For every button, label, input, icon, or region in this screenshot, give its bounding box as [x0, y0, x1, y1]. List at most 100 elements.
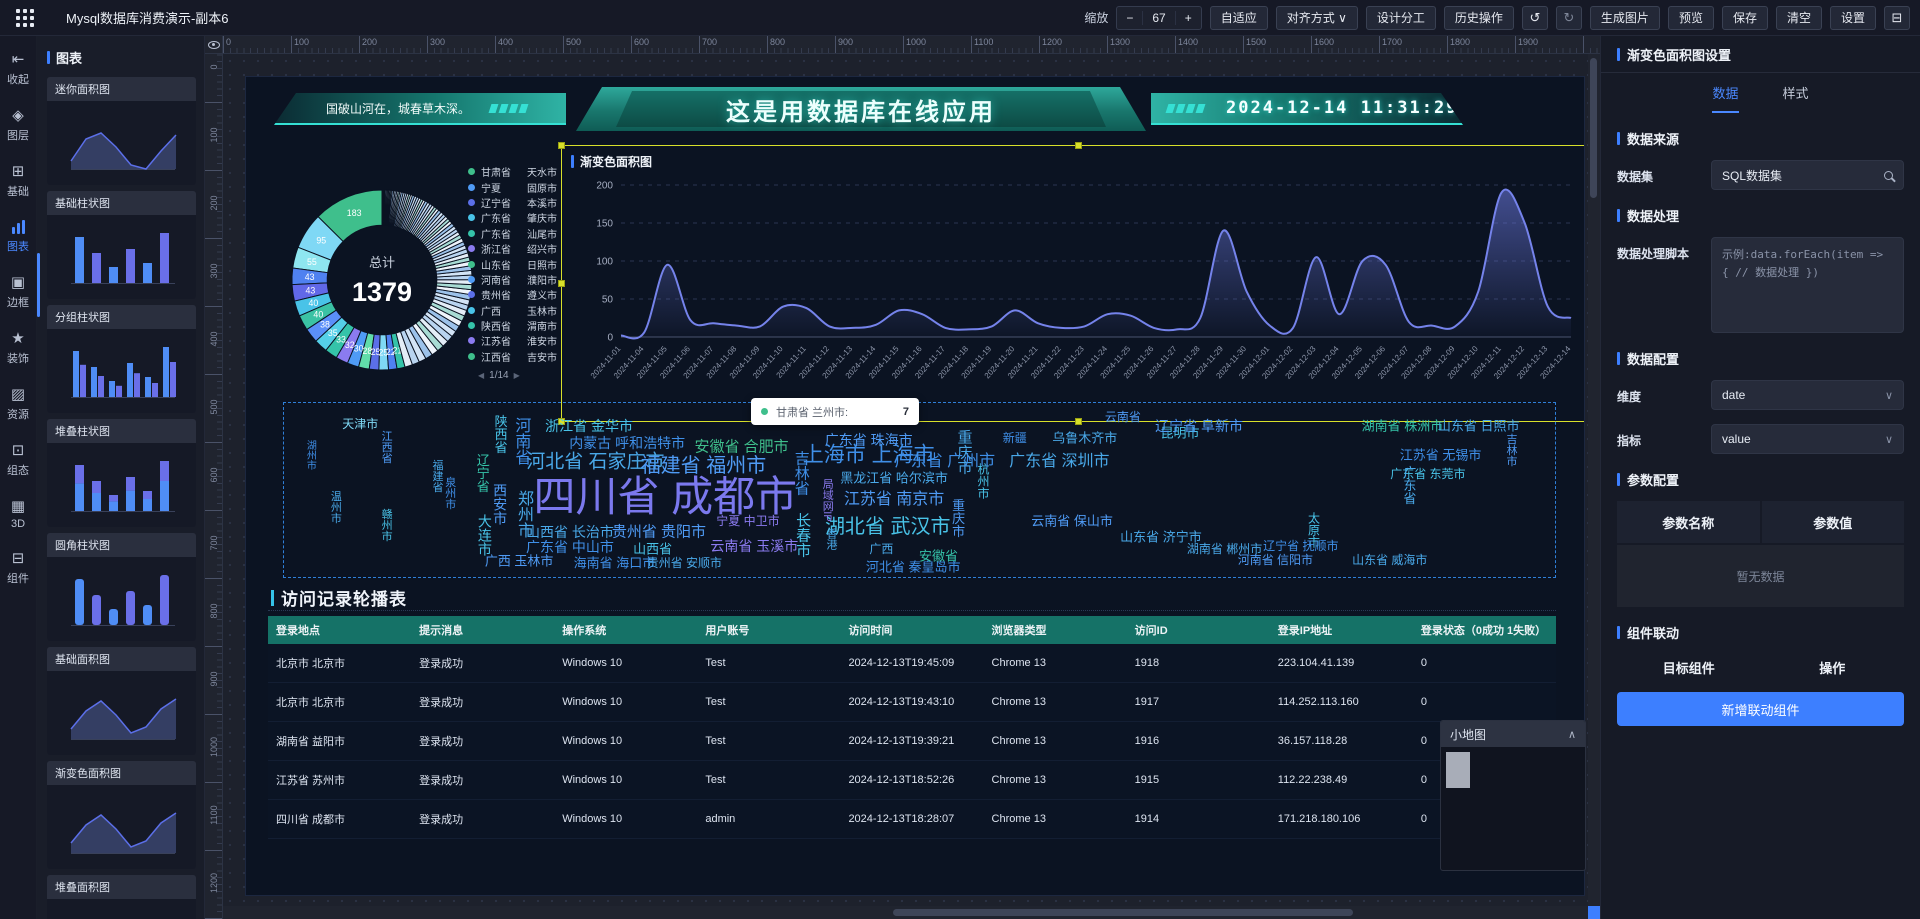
sidebar-item-收起[interactable]: ⇤收起 — [7, 52, 29, 87]
sidebar-item-图表[interactable]: 图表 — [7, 220, 29, 254]
wordcloud-word[interactable]: 湖州市 — [304, 440, 314, 470]
widget-item-堆叠柱状图[interactable]: 堆叠柱状图 — [47, 419, 196, 527]
dataset-select[interactable]: SQL数据集 — [1711, 160, 1904, 190]
wordcloud-word[interactable]: 温州市 — [329, 491, 340, 524]
horizontal-scrollbar-thumb[interactable] — [893, 909, 1353, 916]
wordcloud-word[interactable]: 宁夏 中卫市 — [716, 515, 779, 527]
sidebar-item-装饰[interactable]: ★装饰 — [7, 331, 29, 366]
wordcloud-word[interactable]: 福建省 福州市 — [641, 456, 767, 476]
sidebar-item-资源[interactable]: ▨资源 — [7, 387, 29, 422]
wordcloud-word[interactable]: 云南省 保山市 — [1031, 515, 1113, 528]
topbar-action-预览[interactable]: 预览 — [1668, 6, 1714, 30]
dashboard-board[interactable]: 国破山河在，城春草木深。 这是用数据库在线应用 2024-12-14 11:31… — [245, 76, 1585, 896]
tab-样式[interactable]: 样式 — [1783, 83, 1809, 113]
wordcloud-word[interactable]: 吉林市 — [1505, 433, 1516, 466]
wordcloud-word[interactable]: 赣州市 — [380, 508, 391, 541]
table-row[interactable]: 湖南省 益阳市登录成功Windows 10Test2024-12-13T19:3… — [268, 722, 1556, 761]
wordcloud-word[interactable]: 江苏省 无锡市 — [1400, 449, 1482, 462]
wordcloud-word[interactable]: 云南省 — [1105, 411, 1141, 423]
topbar-action-保存[interactable]: 保存 — [1722, 6, 1768, 30]
widget-item-基础柱状图[interactable]: 基础柱状图 — [47, 191, 196, 299]
wordcloud-word[interactable]: 浙江省 金华市 — [545, 419, 633, 433]
minimap-collapse-icon[interactable]: ∧ — [1568, 728, 1576, 741]
wordcloud-word[interactable]: 海南省 海口市 — [574, 557, 656, 570]
topbar-action-设置[interactable]: 设置 — [1830, 6, 1876, 30]
topbar-button-历史操作[interactable]: 历史操作 — [1444, 6, 1514, 30]
wordcloud-word[interactable]: 辽宁省 — [476, 453, 489, 492]
board-banner-right[interactable]: 2024-12-14 11:31:29 — [1151, 93, 1463, 125]
wordcloud-word[interactable]: 广东省 深圳市 — [1009, 454, 1109, 470]
wordcloud-word[interactable]: 新疆 — [1003, 432, 1027, 444]
wordcloud-word[interactable]: 贵州省 安顺市 — [647, 557, 722, 569]
topbar-action-清空[interactable]: 清空 — [1776, 6, 1822, 30]
widget-item-渐变色面积图[interactable]: 渐变色面积图 — [47, 761, 196, 869]
sidebar-item-组件[interactable]: ⊟组件 — [7, 551, 29, 586]
table-row[interactable]: 北京市 北京市登录成功Windows 10Test2024-12-13T19:4… — [268, 683, 1556, 722]
selection-handle[interactable] — [1075, 142, 1082, 149]
wordcloud-word[interactable]: 香港 — [825, 528, 836, 550]
apps-grid-icon[interactable] — [16, 9, 34, 27]
wordcloud-word[interactable]: 大连市 — [478, 514, 492, 556]
zoom-out-button[interactable]: − — [1117, 11, 1142, 25]
wordcloud-word[interactable]: 吉林省 — [794, 450, 809, 495]
canvas-body[interactable]: 国破山河在，城春草木深。 这是用数据库在线应用 2024-12-14 11:31… — [223, 54, 1588, 906]
wordcloud-word[interactable]: 四川省 成都市 — [533, 476, 797, 518]
wordcloud-word[interactable]: 广西 玉林市 — [485, 555, 554, 568]
wordcloud-word[interactable]: 辽宁省 阜新市 — [1155, 419, 1243, 433]
pager-prev-icon[interactable]: ◀ — [478, 371, 484, 380]
sidebar-item-图层[interactable]: ◈图层 — [7, 108, 29, 143]
wordcloud-word[interactable]: 云南省 玉溪市 — [710, 539, 798, 553]
pager-next-icon[interactable]: ▶ — [514, 371, 520, 380]
wordcloud-word[interactable]: 乌鲁木齐市 — [1052, 431, 1117, 444]
topbar-button-设计分工[interactable]: 设计分工 — [1366, 6, 1436, 30]
donut-chart[interactable]: 18395554343404038353332302825252221 — [290, 188, 474, 372]
wordcloud-word[interactable]: 安徽省 合肥市 — [694, 439, 788, 454]
wordcloud-word[interactable]: 江西省 — [380, 430, 391, 463]
zoom-in-button[interactable]: + — [1176, 11, 1201, 25]
wordcloud-word[interactable]: 湖南省 株洲市 — [1362, 419, 1444, 432]
wordcloud-word[interactable]: 广东省 珠海市 — [825, 433, 913, 447]
widget-item-分组柱状图[interactable]: 分组柱状图 — [47, 305, 196, 413]
wordcloud-word[interactable]: 黑龙江省 哈尔滨市 — [840, 471, 948, 484]
wordcloud-word[interactable]: 江苏省 南京市 — [844, 492, 944, 508]
wordcloud-word[interactable]: 河南省 — [512, 417, 528, 465]
board-banner-left[interactable]: 国破山河在，城春草木深。 — [274, 93, 566, 125]
wordcloud-word[interactable]: 陕西省 — [494, 415, 507, 454]
redo-button[interactable]: ↻ — [1556, 6, 1582, 30]
widget-item-基础面积图[interactable]: 基础面积图 — [47, 647, 196, 755]
donut-slice[interactable] — [382, 190, 383, 225]
wordcloud-word[interactable]: 西安市 — [493, 483, 507, 525]
sidebar-item-基础[interactable]: ⊞基础 — [7, 164, 29, 199]
wordcloud-word[interactable]: 山西省 长治市 — [526, 525, 614, 539]
widget-panel-scrollbar[interactable] — [37, 253, 40, 317]
ruler-corner[interactable] — [205, 36, 223, 54]
table-row[interactable]: 北京市 北京市登录成功Windows 10Test2024-12-13T19:4… — [268, 644, 1556, 683]
wordcloud-word[interactable]: 广西 — [869, 543, 893, 555]
horizontal-scrollbar[interactable] — [223, 906, 1588, 919]
add-linkage-button[interactable]: 新增联动组件 — [1617, 692, 1904, 726]
minimap-viewport[interactable] — [1446, 752, 1470, 788]
gradient-area-chart-component[interactable]: 渐变色面积图 0501001502002024-11-012024-11-042… — [561, 145, 1585, 422]
wordcloud-component[interactable]: 四川省 成都市河北省 石家庄市福建省 福州市内蒙古 呼和浩特市安徽省 合肥市浙江… — [283, 402, 1556, 578]
tab-数据[interactable]: 数据 — [1712, 83, 1738, 113]
wordcloud-word[interactable]: 重庆市 — [951, 498, 964, 537]
vertical-scrollbar-thumb[interactable] — [1590, 58, 1597, 198]
wordcloud-word[interactable]: 福建省 — [431, 460, 442, 493]
panel-toggle-button[interactable]: ⊟ — [1884, 6, 1910, 30]
wordcloud-word[interactable]: 贵州省 贵阳市 — [612, 524, 706, 539]
wordcloud-word[interactable]: 泉州市 — [444, 477, 455, 510]
wordcloud-word[interactable]: 内蒙古 呼和浩特市 — [569, 436, 685, 450]
wordcloud-word[interactable]: 局域网IP — [821, 479, 832, 522]
topbar-action-生成图片[interactable]: 生成图片 — [1590, 6, 1660, 30]
wordcloud-word[interactable]: 河南省 信阳市 — [1238, 554, 1313, 566]
wordcloud-word[interactable]: 辽宁省 抚顺市 — [1263, 540, 1338, 552]
metric-select[interactable]: value ∨ — [1711, 424, 1904, 454]
wordcloud-word[interactable]: 广东省 广州市 — [895, 454, 995, 470]
vertical-scrollbar[interactable] — [1588, 54, 1600, 906]
sidebar-item-组态[interactable]: ⊡组态 — [7, 443, 29, 478]
dimension-select[interactable]: date ∨ — [1711, 380, 1904, 410]
wordcloud-word[interactable]: 山西省 — [633, 543, 672, 556]
wordcloud-word[interactable]: 山东省 威海市 — [1352, 554, 1427, 566]
wordcloud-word[interactable]: 山东省 日照市 — [1438, 419, 1520, 432]
undo-button[interactable]: ↺ — [1522, 6, 1548, 30]
